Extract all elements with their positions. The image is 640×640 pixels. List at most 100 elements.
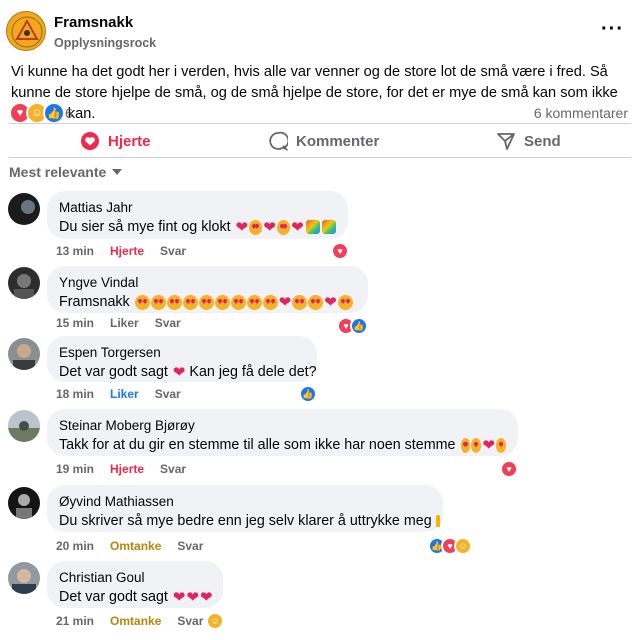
react-button[interactable]: Liker	[110, 316, 139, 330]
comment-button[interactable]: Kommenter	[268, 129, 379, 153]
react-button[interactable]: Hjerte	[110, 462, 144, 476]
heart-eyes-emoji-icon	[230, 294, 246, 310]
love-reaction-icon: ♥	[331, 242, 349, 260]
reply-button[interactable]: Svar	[160, 462, 186, 476]
comment-bubble: Yngve Vindal Framsnakk ❤ ❤	[47, 266, 368, 313]
send-button[interactable]: Send	[496, 129, 561, 153]
heart-icon	[80, 131, 100, 151]
heart-eyes-emoji-icon	[277, 219, 291, 235]
heart-emoji-icon: ❤	[235, 218, 249, 236]
comment-meta: 13 min Hjerte Svar	[56, 244, 202, 258]
smiling-hearts-emoji-icon	[182, 294, 198, 310]
smiling-hearts-emoji-icon	[337, 294, 353, 310]
avatar[interactable]	[8, 267, 40, 299]
reply-button[interactable]: Svar	[177, 614, 203, 628]
avatar[interactable]	[8, 193, 40, 225]
like-reaction-icon: 👍	[43, 102, 65, 124]
comment-time[interactable]: 15 min	[56, 316, 94, 330]
more-dots-icon[interactable]: ···	[601, 19, 624, 39]
heart-eyes-emoji-icon	[262, 294, 278, 310]
post-reactions[interactable]: ♥ ☺ 👍	[9, 102, 65, 124]
comment-author[interactable]: Christian Goul	[59, 569, 211, 587]
smiling-hearts-emoji-icon	[166, 294, 182, 310]
comment-text: Det var godt sagt ❤ ❤ ❤	[59, 588, 213, 606]
react-button[interactable]: Hjerte	[110, 244, 144, 258]
heart-eyes-emoji-icon	[246, 294, 262, 310]
heart-eyes-emoji-icon	[471, 437, 482, 453]
heart-eyes-emoji-icon	[249, 219, 263, 235]
heart-hands-emoji-icon	[435, 515, 440, 527]
comment-time[interactable]: 20 min	[56, 539, 94, 553]
care-reaction-icon: ☺	[206, 612, 224, 630]
love-button[interactable]: Hjerte	[80, 129, 151, 153]
heart-eyes-emoji-icon	[198, 294, 214, 310]
comment-bubble: Øyvind Mathiassen Du skriver så mye bedr…	[47, 485, 443, 532]
comment-author[interactable]: Yngve Vindal	[59, 274, 356, 292]
send-icon	[496, 131, 516, 151]
reply-button[interactable]: Svar	[155, 316, 181, 330]
heart-eyes-emoji-icon	[460, 437, 471, 453]
love-button-label: Hjerte	[108, 132, 151, 150]
comment-reactions[interactable]: ♥	[500, 460, 518, 478]
caret-down-icon	[112, 169, 123, 175]
reply-button[interactable]: Svar	[160, 244, 186, 258]
reply-button[interactable]: Svar	[177, 539, 203, 553]
comment-button-label: Kommenter	[296, 132, 380, 150]
comment-author[interactable]: Espen Torgersen	[59, 344, 305, 362]
comment-meta: 15 min Liker Svar	[56, 316, 197, 330]
comment-meta: 21 min Omtanke Svar	[56, 614, 219, 628]
heart-emoji-icon: ❤	[324, 293, 337, 311]
comment-author[interactable]: Steinar Moberg Bjørøy	[59, 417, 506, 435]
heart-emoji-icon: ❤	[172, 588, 186, 606]
comment-reactions[interactable]: 👍 ♥ ☺	[428, 537, 472, 555]
heart-emoji-icon: ❤	[482, 436, 496, 454]
comment-bubble-icon	[268, 131, 288, 151]
heart-emoji-icon: ❤	[172, 363, 186, 381]
page-name[interactable]: Framsnakk	[54, 14, 133, 31]
heart-eyes-emoji-icon	[496, 437, 506, 453]
comment-meta: 18 min Liker Svar	[56, 387, 197, 401]
comment-reactions[interactable]: ☺	[206, 612, 224, 630]
react-button[interactable]: Liker	[110, 387, 139, 401]
heart-emoji-icon: ❤	[291, 218, 304, 236]
comment-text: Takk for at du gir en stemme til alle so…	[59, 435, 506, 455]
comment-bubble: Espen Torgersen Det var godt sagt ❤ Kan …	[47, 336, 317, 382]
comment-count[interactable]: 6 kommentarer	[534, 105, 628, 121]
reaction-count[interactable]: 6	[65, 105, 73, 121]
sort-label: Mest relevante	[9, 164, 107, 180]
avatar[interactable]	[8, 338, 40, 370]
rainbow-emoji-icon	[321, 220, 336, 234]
comment-text: Det var godt sagt ❤ Kan jeg få dele det?	[59, 363, 317, 381]
heart-emoji-icon: ❤	[186, 588, 200, 606]
comment-author[interactable]: Mattias Jahr	[59, 199, 336, 217]
comment-time[interactable]: 21 min	[56, 614, 94, 628]
page-avatar[interactable]	[6, 11, 46, 51]
page-subtitle[interactable]: Opplysningsrock	[54, 36, 156, 50]
avatar[interactable]	[8, 410, 40, 442]
react-button[interactable]: Omtanke	[110, 614, 161, 628]
sort-dropdown[interactable]: Mest relevante	[9, 164, 123, 180]
comment-meta: 20 min Omtanke Svar	[56, 539, 219, 553]
divider	[9, 123, 631, 124]
heart-eyes-emoji-icon	[308, 294, 324, 310]
heart-eyes-emoji-icon	[214, 294, 230, 310]
divider	[9, 157, 631, 158]
avatar[interactable]	[8, 562, 40, 594]
comment-time[interactable]: 19 min	[56, 462, 94, 476]
comment-reactions[interactable]: 👍	[299, 385, 317, 403]
comment-text: Du skriver så mye bedre enn jeg selv kla…	[59, 511, 440, 531]
comment-reactions[interactable]: ♥	[331, 242, 349, 260]
comment-bubble: Christian Goul Det var godt sagt ❤ ❤ ❤	[47, 561, 223, 608]
react-button[interactable]: Omtanke	[110, 539, 161, 553]
reply-button[interactable]: Svar	[155, 387, 181, 401]
smiling-hearts-emoji-icon	[134, 294, 150, 310]
comment-reactions[interactable]: ♥ 👍	[337, 317, 368, 335]
like-reaction-icon: 👍	[299, 385, 317, 403]
heart-emoji-icon: ❤	[278, 293, 292, 311]
comment-author[interactable]: Øyvind Mathiassen	[59, 493, 431, 511]
avatar[interactable]	[8, 487, 40, 519]
send-button-label: Send	[524, 132, 561, 150]
heart-emoji-icon: ❤	[200, 588, 213, 606]
comment-time[interactable]: 18 min	[56, 387, 94, 401]
comment-time[interactable]: 13 min	[56, 244, 94, 258]
